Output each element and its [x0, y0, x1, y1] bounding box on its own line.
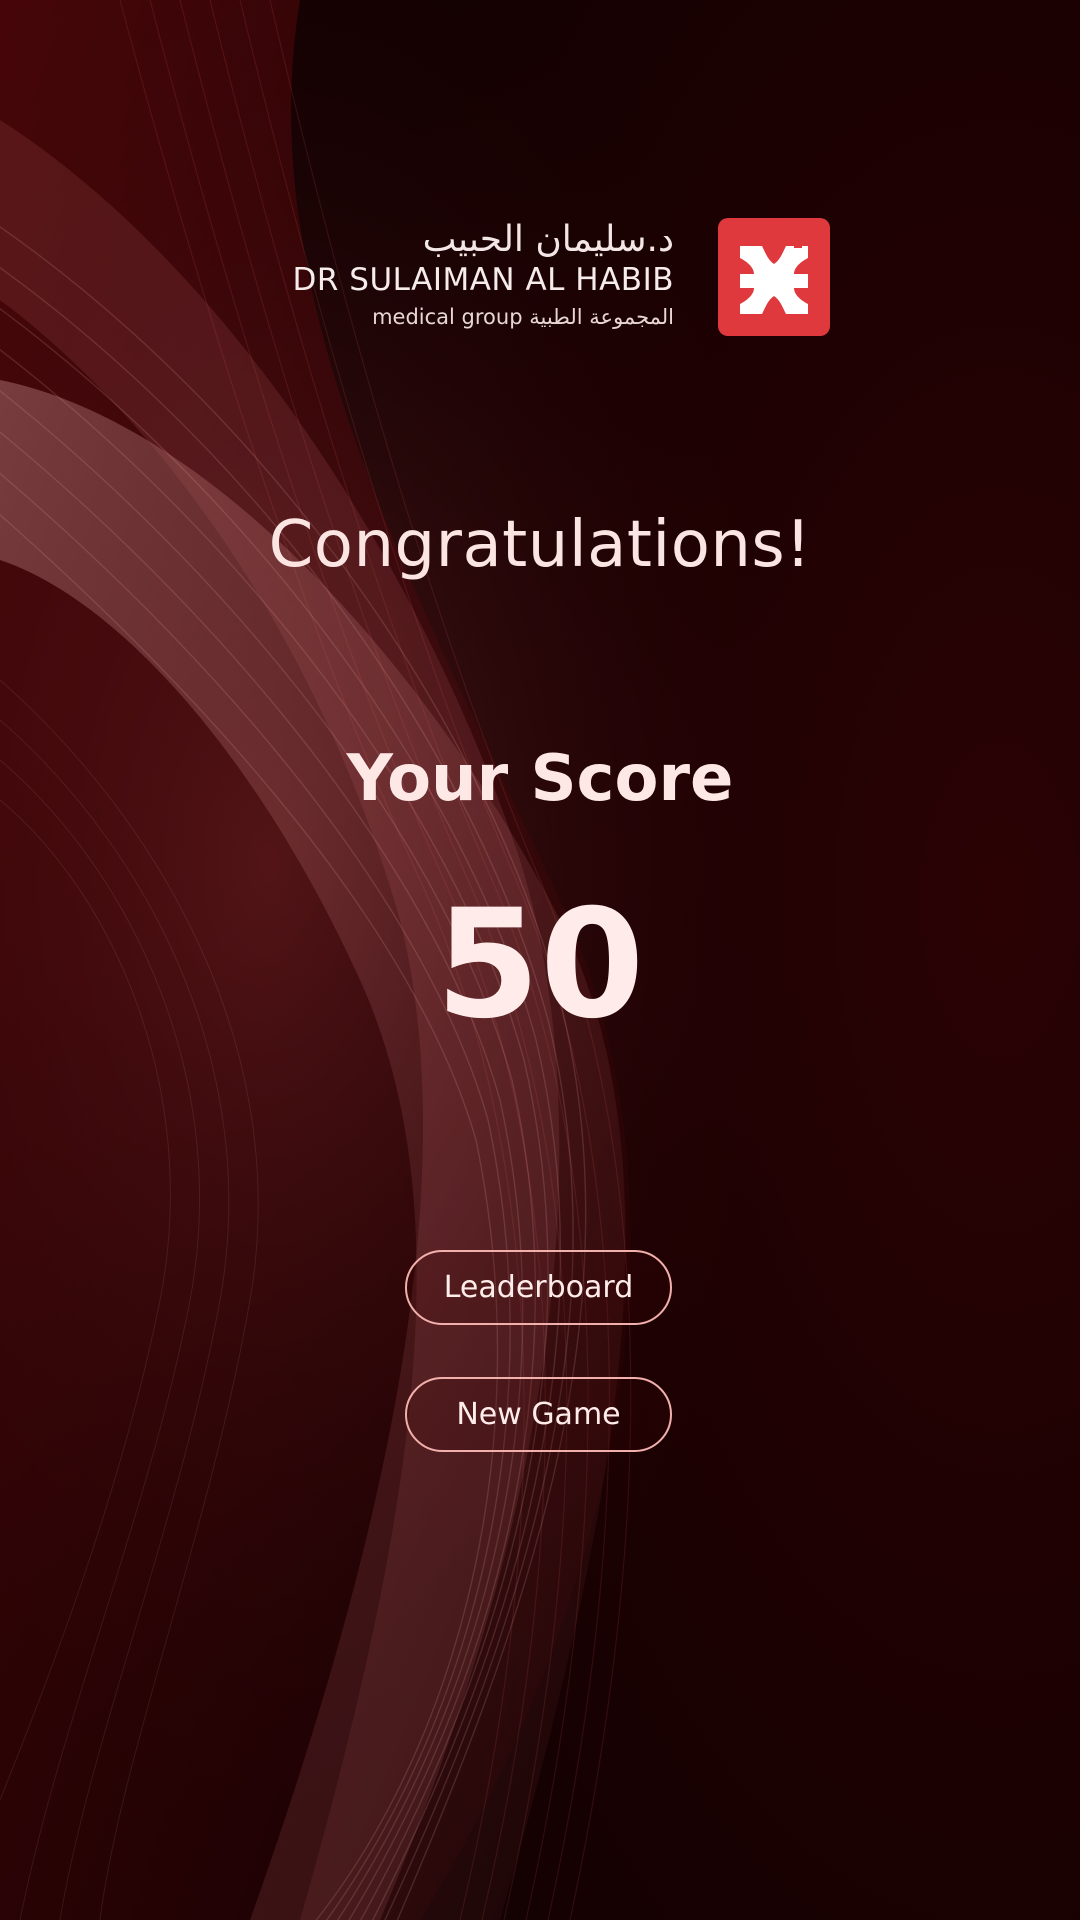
- brand-sub-label: medical group المجموعة الطبية: [372, 305, 674, 329]
- leaderboard-button[interactable]: Leaderboard: [405, 1250, 672, 1325]
- brand-arabic-name: د.سليمان الحبيب: [422, 219, 674, 260]
- score-label: Your Score: [346, 742, 734, 816]
- brand-english-name: DR SULAIMAN AL HABIB: [292, 262, 674, 298]
- logo-mark-icon: [718, 218, 830, 336]
- game-over-screen: د.سليمان الحبيب DR SULAIMAN AL HABIB med…: [0, 0, 1080, 1920]
- score-value: 50: [435, 878, 645, 1052]
- new-game-button[interactable]: New Game: [405, 1377, 672, 1452]
- congratulations-heading: Congratulations!: [268, 508, 812, 582]
- brand-logo: د.سليمان الحبيب DR SULAIMAN AL HABIB med…: [246, 218, 830, 338]
